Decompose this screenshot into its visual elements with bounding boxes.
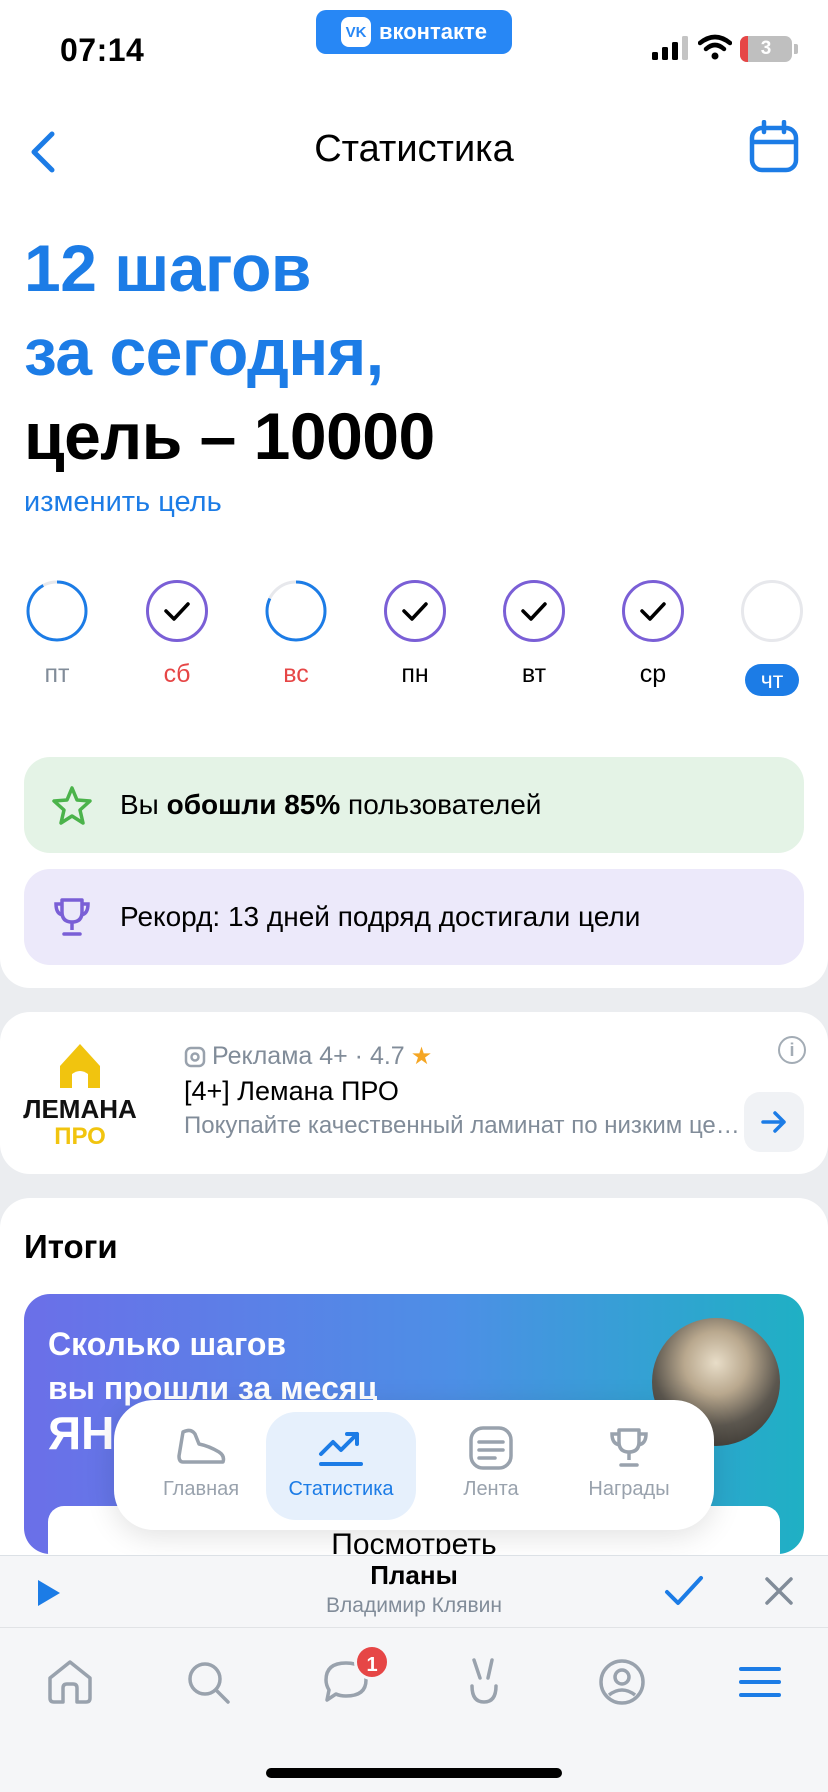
check-ring-icon <box>384 580 446 642</box>
vk-logo-icon: VK <box>340 17 371 47</box>
results-title: Итоги <box>24 1228 118 1265</box>
tab-main-label: Главная <box>162 1478 240 1500</box>
day-label: пн <box>401 660 429 688</box>
promo-month: ЯН <box>48 1407 115 1459</box>
day-item[interactable]: пн <box>364 580 464 700</box>
lemana-logo-line1: ЛЕМАНА <box>23 1094 137 1124</box>
percentile-text: Вы обошли 85% пользователей <box>120 789 542 820</box>
signal-icon <box>652 36 688 60</box>
chart-trend-icon <box>319 1432 363 1466</box>
ad-title: [4+] Лемана ПРО <box>184 1076 399 1106</box>
steps-count-line: 12 шагов <box>24 231 311 305</box>
star-icon <box>52 786 92 825</box>
check-icon[interactable] <box>664 1574 704 1608</box>
day-item[interactable]: ср <box>602 580 702 700</box>
wifi-icon <box>698 34 732 60</box>
ad-meta: Реклама 4+ · 4.7 ★ <box>184 1042 432 1071</box>
battery-tip <box>794 44 798 54</box>
progress-ring-icon <box>26 580 88 642</box>
feed-icon <box>469 1426 513 1470</box>
steps-tabbar: Главная Статистика Лента Награды <box>114 1400 714 1530</box>
tab-clips[interactable] <box>454 1652 514 1712</box>
steps-today-line: за сегодня, <box>24 315 384 389</box>
tab-awards-label: Награды <box>588 1478 670 1500</box>
steps-goal-line: цель – 10000 <box>24 399 435 473</box>
tab-profile[interactable] <box>592 1652 652 1712</box>
progress-ring-icon <box>265 580 327 642</box>
messages-badge: 1 <box>354 1644 390 1680</box>
steps-card: Статистика 12 шагов за сегодня, цель – 1… <box>0 90 828 988</box>
day-item-today[interactable]: чт <box>721 580 821 700</box>
vk-app-pill-label: вконтакте <box>378 19 487 44</box>
ad-description: Покупайте качественный ламинат по низким… <box>184 1112 744 1139</box>
search-icon <box>188 1662 230 1704</box>
promo-text: Сколько шагов вы прошли за месяц <box>48 1326 378 1406</box>
status-time: 07:14 <box>60 32 145 68</box>
rating-star-icon: ★ <box>410 1043 433 1070</box>
day-label: вт <box>521 660 547 688</box>
week-days-row: пт сб вс пн вт ср чт <box>0 580 828 700</box>
check-ring-icon <box>503 580 565 642</box>
empty-ring-icon <box>741 580 803 642</box>
profile-icon <box>599 1659 645 1705</box>
status-bar: 07:14 VK вконтакте 3 <box>0 0 828 90</box>
steps-headline: 12 шагов за сегодня, цель – 10000 <box>24 226 435 478</box>
lemana-logo: ЛЕМАНА ПРО <box>23 1044 137 1150</box>
vk-app-pill[interactable]: VK вконтакте <box>316 10 512 54</box>
trophy-icon <box>610 1428 648 1467</box>
ad-mark-icon <box>184 1046 206 1067</box>
change-goal-link[interactable]: изменить цель <box>24 486 222 519</box>
main-tabbar: 1 <box>0 1627 828 1792</box>
today-badge: чт <box>745 664 799 696</box>
tab-statistics-label: Статистика <box>288 1478 394 1500</box>
tab-menu[interactable] <box>730 1652 790 1712</box>
day-label: ср <box>639 660 667 688</box>
info-icon[interactable]: i <box>778 1036 806 1064</box>
page-title: Статистика <box>314 128 514 170</box>
tab-statistics[interactable]: Статистика <box>266 1412 416 1520</box>
audio-player-bar[interactable]: Планы Владимир Клявин <box>0 1555 828 1627</box>
day-item[interactable]: пт <box>6 580 106 700</box>
home-icon <box>48 1660 92 1704</box>
lemana-logo-line2: ПРО <box>54 1123 106 1150</box>
ad-meta-text: Реклама 4+ · 4.7 <box>212 1042 405 1070</box>
tab-feed[interactable]: Лента <box>416 1412 566 1520</box>
results-card: Итоги Сколько шагов вы прошли за месяц Я… <box>0 1198 828 1598</box>
battery-icon: 3 <box>740 36 792 62</box>
day-label: вс <box>283 660 309 688</box>
home-indicator <box>266 1768 562 1778</box>
battery-level: 3 <box>760 38 772 59</box>
check-ring-icon <box>622 580 684 642</box>
shoe-icon <box>177 1428 226 1464</box>
day-item[interactable]: сб <box>126 580 226 700</box>
tab-home[interactable] <box>40 1652 100 1712</box>
record-banner: Рекорд: 13 дней подряд достигали цели <box>24 869 804 965</box>
day-label: пт <box>44 660 70 688</box>
tab-feed-label: Лента <box>463 1478 519 1500</box>
tab-main[interactable]: Главная <box>126 1412 276 1520</box>
close-icon[interactable] <box>764 1576 794 1606</box>
day-item[interactable]: вс <box>245 580 345 700</box>
clips-icon <box>470 1658 498 1704</box>
ad-card[interactable]: ЛЕМАНА ПРО Реклама 4+ · 4.7 ★ [4+] Леман… <box>0 1012 828 1174</box>
trophy-icon <box>54 898 90 936</box>
calendar-icon[interactable] <box>748 120 800 174</box>
check-ring-icon <box>146 580 208 642</box>
tab-awards[interactable]: Награды <box>554 1412 704 1520</box>
menu-icon <box>739 1667 781 1697</box>
day-label: сб <box>163 660 191 688</box>
record-text: Рекорд: 13 дней подряд достигали цели <box>120 901 641 932</box>
ad-open-button[interactable] <box>744 1092 804 1152</box>
arrow-right-icon <box>761 1111 786 1133</box>
day-item[interactable]: вт <box>483 580 583 700</box>
percentile-banner: Вы обошли 85% пользователей <box>24 757 804 853</box>
tab-search[interactable] <box>178 1652 238 1712</box>
